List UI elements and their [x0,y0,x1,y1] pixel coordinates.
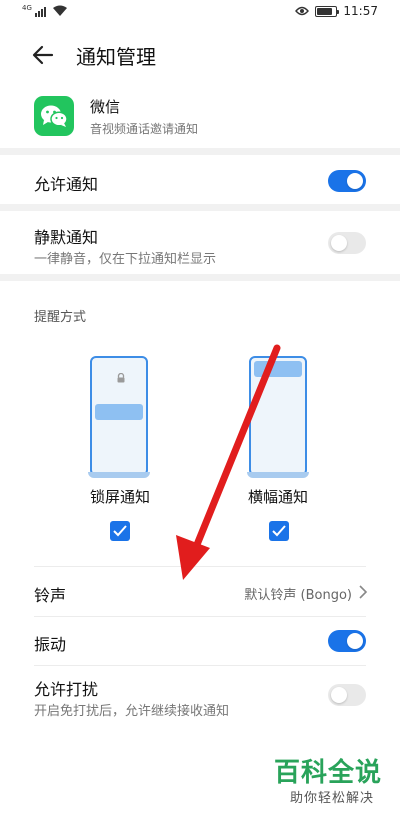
wechat-icon [34,96,74,136]
app-description: 音视频通话邀请通知 [90,122,199,136]
allow-disturb-label: 允许打扰 [34,680,99,699]
row-divider [34,616,366,617]
status-left: 4G [22,3,68,17]
chevron-right-icon [359,585,368,599]
row-divider [34,566,366,567]
banner-checkbox[interactable] [269,521,289,541]
lockscreen-phone-illustration [90,356,148,476]
ringtone-value: 默认铃声 (Bongo) [244,588,352,603]
watermark-subtitle: 助你轻松解决 [289,791,374,806]
header: 通知管理 [0,30,400,80]
ringtone-label: 铃声 [34,586,67,605]
lock-icon [117,373,125,383]
lockscreen-checkbox[interactable] [110,521,130,541]
allow-notifications-toggle[interactable] [328,170,366,192]
app-name: 微信 [90,98,121,116]
vibration-label: 振动 [34,635,67,654]
section-divider [0,274,400,281]
section-divider [0,204,400,211]
wifi-icon [52,5,67,16]
banner-phone-illustration [249,356,307,476]
status-time: 11:57 [343,4,378,18]
reminder-section-label: 提醒方式 [34,310,87,325]
status-bar: 4G 11:57 [0,0,400,26]
banner-label: 横幅通知 [247,488,308,506]
app-info: 微信 音视频通话邀请通知 [0,92,400,144]
vibration-toggle[interactable] [328,630,366,652]
silent-notifications-toggle[interactable] [328,232,366,254]
banner-bar [254,361,302,377]
notification-bar [95,404,143,420]
page-title: 通知管理 [76,45,156,69]
section-divider [0,148,400,155]
row-divider [34,665,366,666]
phone-base [247,472,309,478]
network-type: 4G [22,3,32,12]
silent-notifications-sub: 一律静音，仅在下拉通知栏显示 [34,252,217,267]
signal-icon [34,7,46,17]
phone-base [88,472,150,478]
eye-icon [295,6,310,16]
allow-disturb-toggle[interactable] [328,684,366,706]
status-right: 11:57 [295,4,378,18]
lockscreen-label: 锁屏通知 [89,488,150,506]
back-arrow-icon[interactable] [30,42,56,68]
allow-notifications-label: 允许通知 [34,175,99,194]
silent-notifications-label: 静默通知 [34,228,99,247]
battery-icon [315,5,340,17]
allow-disturb-sub: 开启免打扰后，允许继续接收通知 [34,704,230,719]
watermark-title: 百科全说 [273,758,382,788]
